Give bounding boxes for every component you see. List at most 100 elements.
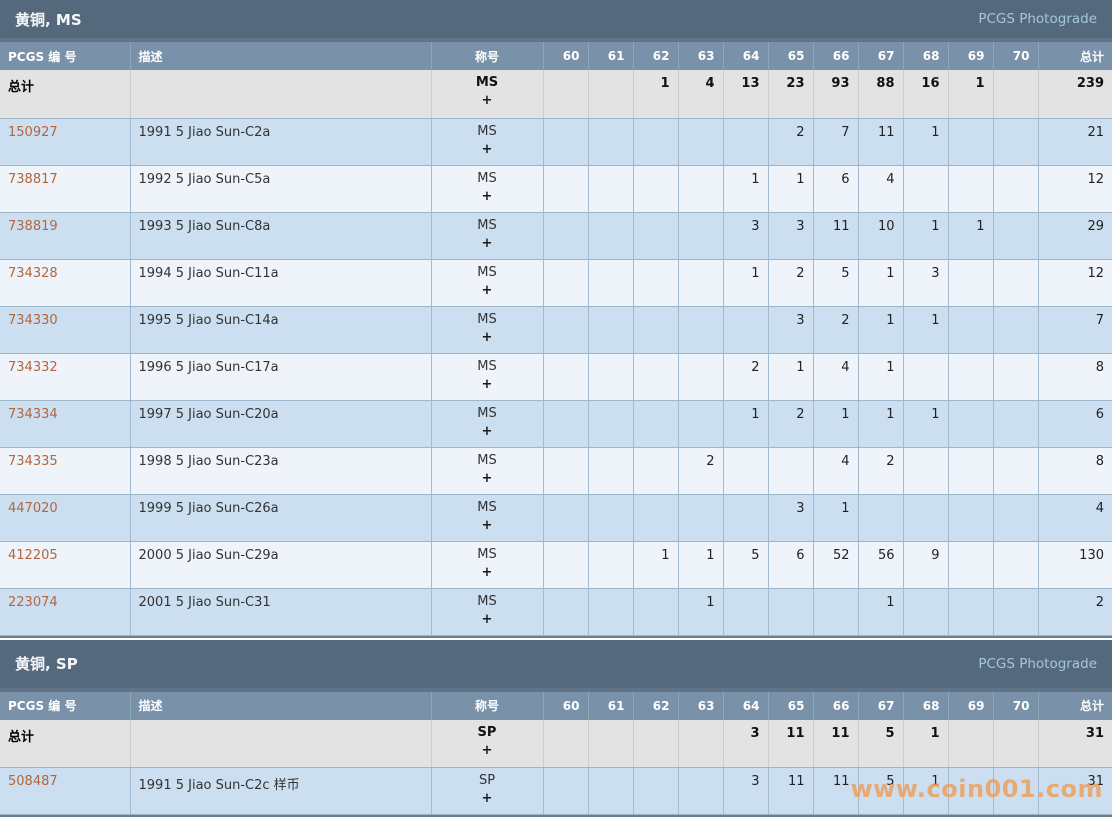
plus-designation: + bbox=[440, 471, 535, 486]
grade-count-cell bbox=[903, 447, 948, 494]
pcgs-number-link[interactable]: 223074 bbox=[8, 595, 58, 610]
description-cell: 1995 5 Jiao Sun-C14a bbox=[130, 306, 431, 353]
grade-count-cell bbox=[633, 353, 678, 400]
designation-cell: MS+ bbox=[431, 353, 543, 400]
designation-label: MS bbox=[440, 359, 535, 374]
grade-count-cell: 1 bbox=[858, 306, 903, 353]
row-total-cell: 31 bbox=[1038, 768, 1112, 815]
column-header-grade-63: 63 bbox=[678, 42, 723, 70]
grade-count-cell bbox=[633, 400, 678, 447]
column-header-grade-67: 67 bbox=[858, 692, 903, 720]
totals-label: 总计 bbox=[8, 730, 34, 745]
pcgs-number-link[interactable]: 738817 bbox=[8, 172, 58, 187]
grade-count-cell: 1 bbox=[813, 400, 858, 447]
photograde-link[interactable]: PCGS Photograde bbox=[978, 11, 1097, 27]
table-row: 4470201999 5 Jiao Sun-C26aMS+314 bbox=[0, 494, 1112, 541]
totals-grade-cell: 93 bbox=[813, 70, 858, 118]
grade-count-cell: 2 bbox=[768, 400, 813, 447]
grade-count-cell bbox=[588, 541, 633, 588]
totals-label-cell: 总计 bbox=[0, 720, 130, 768]
plus-designation: + bbox=[440, 518, 535, 533]
table-row: 7343281994 5 Jiao Sun-C11aMS+1251312 bbox=[0, 259, 1112, 306]
pcgs-number-cell: 734334 bbox=[0, 400, 130, 447]
table-row: 1509271991 5 Jiao Sun-C2aMS+2711121 bbox=[0, 118, 1112, 165]
grade-count-cell: 1 bbox=[903, 306, 948, 353]
grade-count-cell bbox=[678, 768, 723, 815]
section-header-bar: 黄铜, MSPCGS Photograde bbox=[0, 0, 1112, 42]
grade-count-cell bbox=[633, 165, 678, 212]
grade-count-cell: 1 bbox=[723, 165, 768, 212]
column-header-grade-66: 66 bbox=[813, 42, 858, 70]
plus-designation: + bbox=[440, 791, 535, 806]
description-cell: 1996 5 Jiao Sun-C17a bbox=[130, 353, 431, 400]
designation-cell: MS+ bbox=[431, 447, 543, 494]
pcgs-number-link[interactable]: 734332 bbox=[8, 360, 58, 375]
totals-designation-cell: MS+ bbox=[431, 70, 543, 118]
totals-grade-cell bbox=[993, 70, 1038, 118]
pcgs-number-link[interactable]: 447020 bbox=[8, 501, 58, 516]
grade-count-cell bbox=[678, 259, 723, 306]
grade-count-cell: 5 bbox=[858, 768, 903, 815]
designation-cell: MS+ bbox=[431, 494, 543, 541]
grade-count-cell bbox=[768, 447, 813, 494]
grade-count-cell: 1 bbox=[903, 212, 948, 259]
totals-grade-cell bbox=[588, 720, 633, 768]
column-header-total: 总计 bbox=[1038, 692, 1112, 720]
pcgs-number-link[interactable]: 738819 bbox=[8, 219, 58, 234]
grade-count-cell bbox=[903, 494, 948, 541]
column-header-pcgs-number: PCGS 编 号 bbox=[0, 692, 130, 720]
pcgs-number-cell: 734335 bbox=[0, 447, 130, 494]
grade-count-cell bbox=[588, 306, 633, 353]
grade-count-cell: 2 bbox=[723, 353, 768, 400]
grade-count-cell bbox=[678, 306, 723, 353]
grade-count-cell bbox=[543, 259, 588, 306]
pcgs-number-cell: 150927 bbox=[0, 118, 130, 165]
totals-designation-cell: SP+ bbox=[431, 720, 543, 768]
pcgs-number-link[interactable]: 734328 bbox=[8, 266, 58, 281]
grade-count-cell bbox=[543, 588, 588, 635]
grade-count-cell: 2 bbox=[768, 118, 813, 165]
totals-label: 总计 bbox=[8, 80, 34, 95]
column-header-grade-66: 66 bbox=[813, 692, 858, 720]
population-section: 黄铜, SPPCGS PhotogradePCGS 编 号描述称号6061626… bbox=[0, 640, 1112, 817]
totals-grade-cell: 4 bbox=[678, 70, 723, 118]
pcgs-number-link[interactable]: 412205 bbox=[8, 548, 58, 563]
column-header-grade-63: 63 bbox=[678, 692, 723, 720]
grade-count-cell bbox=[633, 259, 678, 306]
plus-designation: + bbox=[440, 189, 535, 204]
table-row: 7388171992 5 Jiao Sun-C5aMS+116412 bbox=[0, 165, 1112, 212]
grade-count-cell bbox=[948, 494, 993, 541]
grade-count-cell bbox=[588, 118, 633, 165]
grade-count-cell: 1 bbox=[723, 259, 768, 306]
grade-count-cell bbox=[543, 165, 588, 212]
totals-grade-cell bbox=[633, 720, 678, 768]
grade-count-cell bbox=[543, 447, 588, 494]
column-header-grade-67: 67 bbox=[858, 42, 903, 70]
grade-count-cell bbox=[993, 118, 1038, 165]
grade-count-cell bbox=[633, 588, 678, 635]
pcgs-number-link[interactable]: 734334 bbox=[8, 407, 58, 422]
totals-grade-cell bbox=[543, 70, 588, 118]
plus-designation: + bbox=[440, 142, 535, 157]
pcgs-number-link[interactable]: 734335 bbox=[8, 454, 58, 469]
pcgs-number-link[interactable]: 150927 bbox=[8, 125, 58, 140]
grade-count-cell bbox=[723, 447, 768, 494]
row-total-cell: 12 bbox=[1038, 259, 1112, 306]
photograde-link[interactable]: PCGS Photograde bbox=[978, 656, 1097, 672]
pcgs-number-link[interactable]: 508487 bbox=[8, 774, 58, 789]
grade-count-cell bbox=[993, 541, 1038, 588]
grade-count-cell bbox=[858, 494, 903, 541]
grade-count-cell: 1 bbox=[903, 118, 948, 165]
grade-count-cell bbox=[678, 212, 723, 259]
totals-grade-cell: 11 bbox=[768, 720, 813, 768]
totals-description-cell bbox=[130, 70, 431, 118]
section-header-bar: 黄铜, SPPCGS Photograde bbox=[0, 640, 1112, 692]
column-header-grade-62: 62 bbox=[633, 692, 678, 720]
pcgs-number-link[interactable]: 734330 bbox=[8, 313, 58, 328]
column-header-row: PCGS 编 号描述称号6061626364656667686970总计 bbox=[0, 692, 1112, 720]
grade-count-cell: 2 bbox=[768, 259, 813, 306]
grade-count-cell: 11 bbox=[768, 768, 813, 815]
row-total-cell: 29 bbox=[1038, 212, 1112, 259]
grade-count-cell bbox=[543, 541, 588, 588]
grade-count-cell bbox=[678, 165, 723, 212]
